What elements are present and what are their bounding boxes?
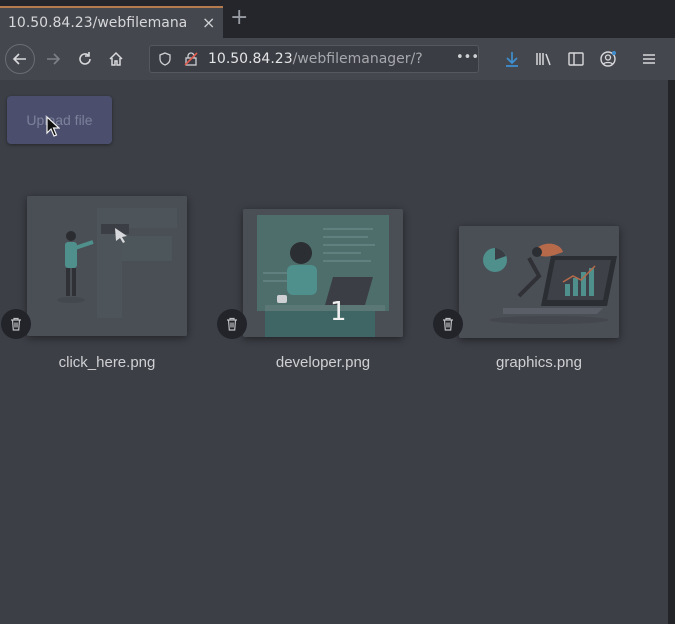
shield-icon[interactable] [158,52,172,66]
home-button[interactable] [99,38,133,80]
overlay-number: 1 [330,297,347,327]
sidebar-icon [568,52,584,66]
home-icon [109,51,123,66]
library-icon [536,53,551,66]
graphics-illustration [459,226,619,338]
forward-arrow-icon [47,53,61,65]
trash-icon [443,317,453,331]
file-name-click-here[interactable]: click_here.png [7,354,207,371]
trash-icon [227,317,237,331]
forward-button[interactable] [36,38,70,80]
file-thumbnail-graphics[interactable] [459,226,619,338]
account-icon [600,51,616,67]
page-content: Upload file click_here.png developer.png… [0,80,668,624]
downloads-button[interactable] [495,38,529,80]
nav-toolbar: 10.50.84.23/webfilemanager/? ••• [0,38,675,80]
reload-icon [79,52,91,65]
back-arrow-icon [12,53,26,65]
mouse-cursor-icon [46,116,60,137]
back-button[interactable] [3,38,37,80]
url-bar[interactable]: 10.50.84.23/webfilemanager/? ••• [149,45,479,73]
developer-illustration [243,209,403,337]
browser-tab[interactable]: 10.50.84.23/webfilemanager/? × [0,6,223,38]
url-text[interactable]: 10.50.84.23/webfilemanager/? [208,51,423,67]
download-icon [506,52,518,67]
insecure-lock-icon[interactable] [184,52,198,66]
file-thumbnail-click-here[interactable] [27,196,187,336]
menu-button[interactable] [632,38,666,80]
click-here-illustration [27,196,187,336]
library-button[interactable] [527,38,561,80]
sidebar-button[interactable] [559,38,593,80]
delete-button-developer[interactable] [217,309,247,339]
trash-icon [11,317,21,331]
file-name-developer[interactable]: developer.png [223,354,423,371]
file-thumbnail-developer[interactable] [243,209,403,337]
hamburger-menu-icon [643,54,655,64]
url-host: 10.50.84.23 [208,51,293,67]
tab-title: 10.50.84.23/webfilemanager/? [8,15,188,31]
reload-button[interactable] [68,38,102,80]
page-actions-icon[interactable]: ••• [456,50,479,65]
new-tab-icon[interactable]: + [230,7,248,29]
file-name-graphics[interactable]: graphics.png [439,354,639,371]
tab-strip: 10.50.84.23/webfilemanager/? × + [0,0,675,38]
delete-button-graphics[interactable] [433,309,463,339]
delete-button-click-here[interactable] [1,309,31,339]
vertical-scrollbar[interactable] [668,80,675,624]
tab-close-icon[interactable]: × [202,13,215,32]
url-path: /webfilemanager/? [292,51,423,67]
account-button[interactable] [591,38,625,80]
